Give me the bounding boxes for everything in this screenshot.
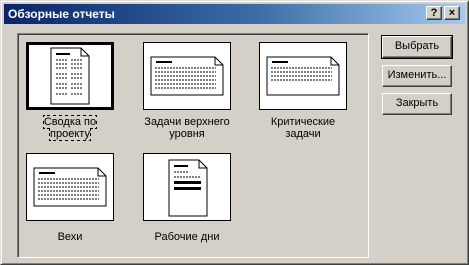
landscape-report-icon: [266, 56, 340, 96]
report-thumbnail: [26, 42, 114, 110]
report-list: Сводка по проекту Задачи верхнего уровня: [17, 33, 369, 258]
dialog-title: Обзорные отчеты: [8, 7, 115, 21]
landscape-report-icon: [33, 167, 107, 207]
title-bar[interactable]: Обзорные отчеты ? ×: [4, 4, 465, 24]
report-label: Рабочие дни: [154, 231, 220, 243]
report-thumbnail: [143, 153, 231, 221]
landscape-report-icon: [150, 56, 224, 96]
dialog-window: Обзорные отчеты ? × Сводка по проекту За…: [0, 0, 469, 265]
portrait-report-icon: [50, 47, 90, 105]
report-label: Критические задачи: [270, 116, 336, 140]
report-label: Вехи: [57, 231, 83, 243]
report-label: Задачи верхнего уровня: [144, 116, 230, 140]
edit-button[interactable]: Изменить...: [382, 65, 452, 87]
close-window-button[interactable]: ×: [444, 6, 460, 20]
report-thumbnail: [26, 153, 114, 221]
report-label: Сводка по проекту: [42, 115, 98, 141]
report-thumbnail: [259, 42, 347, 110]
close-button[interactable]: Закрыть: [382, 93, 452, 115]
report-thumbnail: [143, 42, 231, 110]
help-button[interactable]: ?: [426, 6, 442, 20]
select-button[interactable]: Выбрать: [381, 35, 453, 59]
portrait-report-icon: [168, 159, 208, 217]
